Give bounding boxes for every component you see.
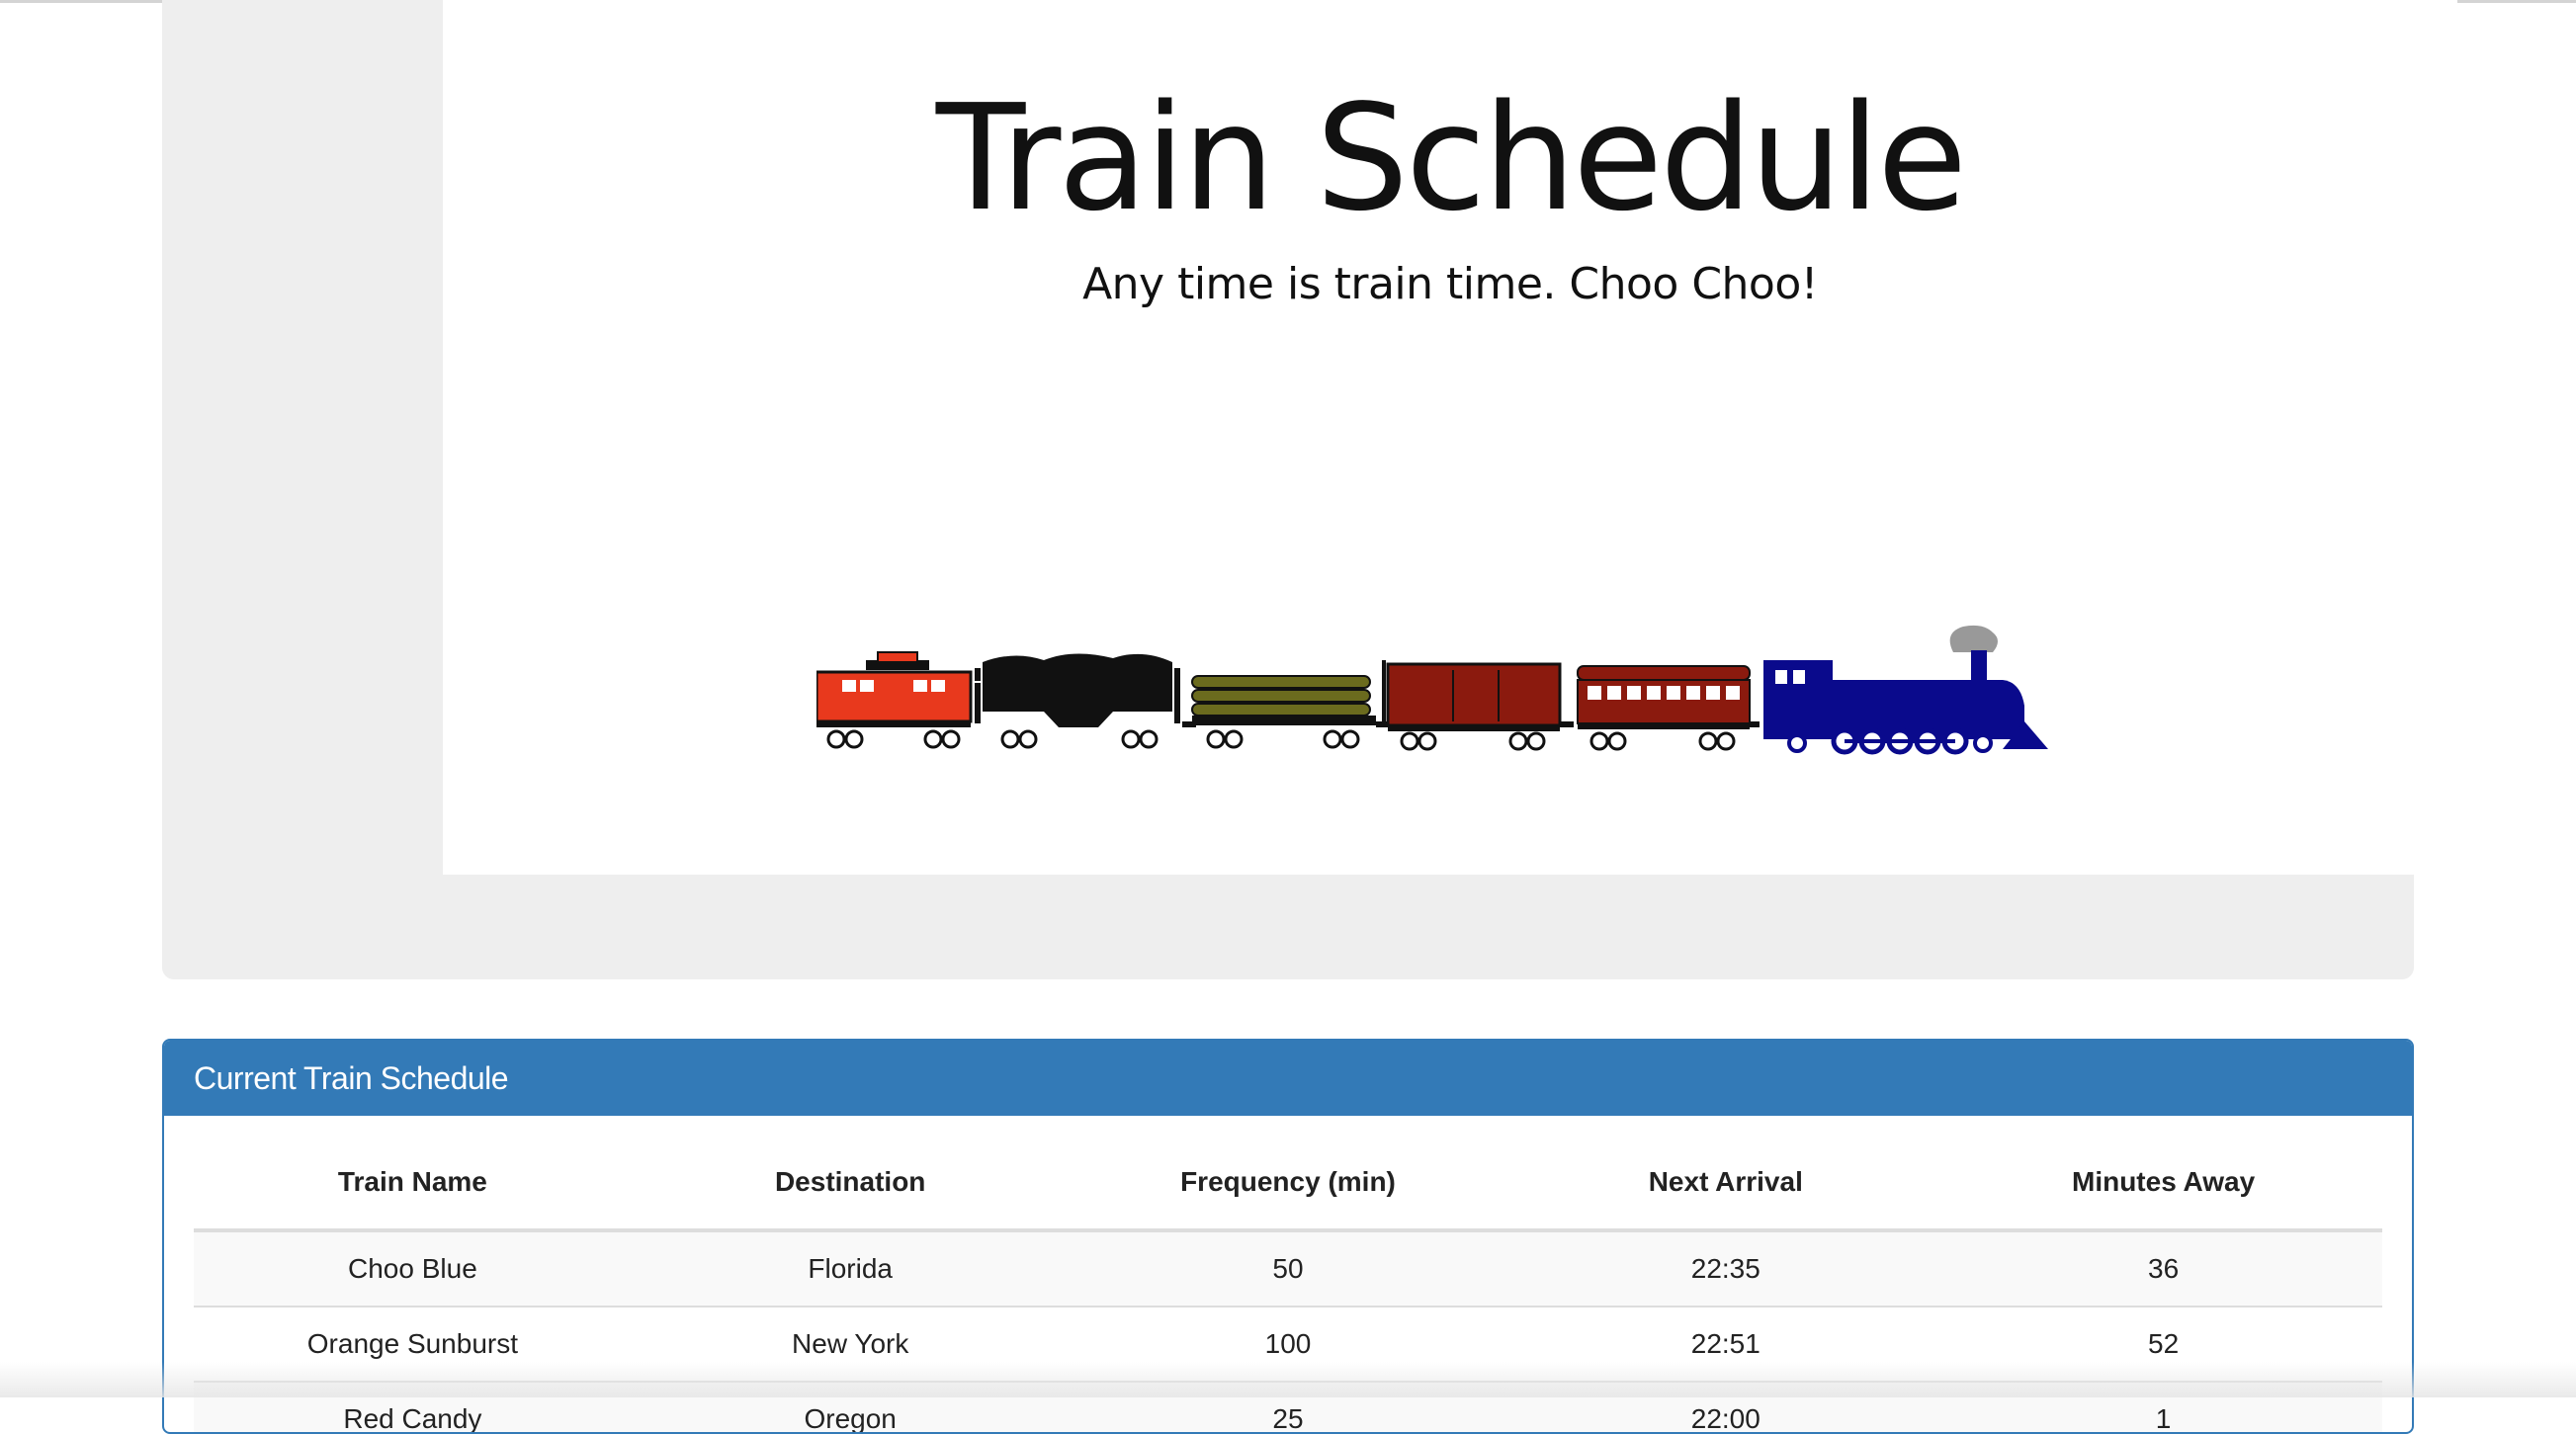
page-subtitle: Any time is train time. Choo Choo! <box>1082 259 1818 309</box>
page-title: Train Schedule <box>935 73 1967 243</box>
cell-train-name: Orange Sunburst <box>194 1307 632 1383</box>
cell-frequency: 50 <box>1069 1230 1507 1307</box>
jumbotron: Train Schedule Any time is train time. C… <box>162 0 2457 979</box>
cell-minutes-away: 36 <box>1944 1230 2382 1307</box>
cell-train-name: Red Candy <box>194 1382 632 1432</box>
cell-minutes-away: 1 <box>1944 1382 2382 1432</box>
cell-frequency: 100 <box>1069 1307 1507 1383</box>
locomotive <box>1763 625 2048 755</box>
panel-heading: Current Train Schedule <box>164 1041 2412 1116</box>
column-header-next-arrival: Next Arrival <box>1506 1136 1945 1232</box>
column-header-frequency: Frequency (min) <box>1069 1136 1507 1232</box>
column-header-minutes-away: Minutes Away <box>1944 1136 2382 1232</box>
cell-next-arrival: 22:00 <box>1506 1382 1945 1432</box>
cell-destination: Oregon <box>631 1382 1070 1432</box>
cell-frequency: 25 <box>1069 1382 1507 1432</box>
table-row: Orange Sunburst New York 100 22:51 52 <box>194 1307 2382 1383</box>
log-car <box>1191 675 1376 749</box>
passenger-car <box>1577 665 1751 751</box>
train-illustration <box>816 625 2048 755</box>
column-header-destination: Destination <box>631 1136 1070 1232</box>
column-header-train-name: Train Name <box>194 1136 632 1232</box>
cell-next-arrival: 22:35 <box>1506 1230 1945 1307</box>
boxcar <box>1382 660 1562 751</box>
caboose-car <box>816 651 973 749</box>
cell-destination: Florida <box>631 1230 1070 1307</box>
table-row: Choo Blue Florida 50 22:35 36 <box>194 1230 2382 1307</box>
cell-next-arrival: 22:51 <box>1506 1307 1945 1383</box>
cell-train-name: Choo Blue <box>194 1230 632 1307</box>
table-header-row: Train Name Destination Frequency (min) N… <box>194 1136 2382 1232</box>
hero-card: Train Schedule Any time is train time. C… <box>443 0 2457 875</box>
cell-destination: New York <box>631 1307 1070 1383</box>
coal-car <box>975 653 1180 749</box>
schedule-table: Train Name Destination Frequency (min) N… <box>194 1136 2382 1432</box>
schedule-panel: Current Train Schedule Train Name Destin… <box>162 1039 2414 1434</box>
cell-minutes-away: 52 <box>1944 1307 2382 1383</box>
table-row: Red Candy Oregon 25 22:00 1 <box>194 1382 2382 1432</box>
